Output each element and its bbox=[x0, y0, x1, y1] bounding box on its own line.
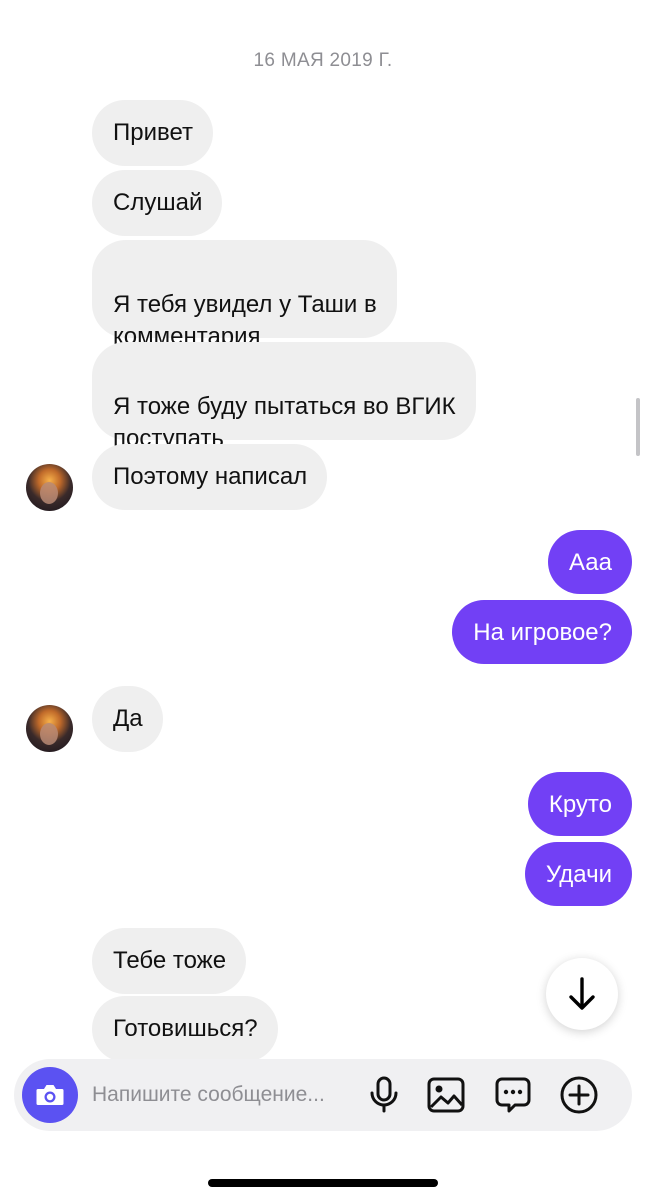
home-indicator[interactable] bbox=[208, 1179, 438, 1187]
sticker-button[interactable] bbox=[491, 1073, 535, 1117]
message-incoming[interactable]: Я тебя увидел у Таши в комментария bbox=[92, 240, 397, 350]
avatar-face bbox=[40, 723, 58, 745]
message-text: Готовишься? bbox=[113, 1015, 258, 1042]
camera-button[interactable] bbox=[22, 1067, 78, 1123]
sender-avatar[interactable] bbox=[26, 705, 73, 752]
microphone-icon bbox=[370, 1076, 398, 1113]
message-text: Слушай bbox=[113, 189, 203, 216]
camera-icon bbox=[36, 1085, 64, 1105]
message-incoming[interactable]: Тебе тоже bbox=[92, 928, 247, 994]
more-options-button[interactable] bbox=[557, 1073, 601, 1117]
message-incoming[interactable]: Да bbox=[92, 686, 163, 752]
message-text: Привет bbox=[113, 119, 194, 146]
message-incoming[interactable]: Готовишься? bbox=[92, 996, 278, 1062]
voice-message-button[interactable] bbox=[362, 1073, 406, 1117]
message-incoming[interactable]: Слушай bbox=[92, 170, 223, 236]
message-text: Да bbox=[113, 705, 143, 732]
image-icon bbox=[427, 1077, 465, 1113]
message-composer bbox=[14, 1059, 632, 1131]
arrow-down-icon bbox=[569, 977, 595, 1010]
sticker-chat-icon bbox=[495, 1077, 531, 1113]
message-outgoing[interactable]: Удачи bbox=[524, 842, 632, 906]
gallery-button[interactable] bbox=[424, 1073, 468, 1117]
message-text: Круто bbox=[548, 791, 612, 818]
message-outgoing[interactable]: Круто bbox=[527, 772, 632, 836]
add-icon bbox=[560, 1076, 598, 1114]
date-separator: 16 МАЯ 2019 Г. bbox=[253, 50, 393, 71]
message-outgoing[interactable]: На игровое? bbox=[452, 600, 632, 664]
message-incoming[interactable]: Поэтому написал bbox=[92, 444, 328, 510]
message-incoming[interactable]: Я тоже буду пытаться во ВГИК поступать bbox=[92, 342, 476, 452]
scrollbar[interactable] bbox=[636, 398, 640, 456]
message-text: Тебе тоже bbox=[113, 947, 227, 974]
message-incoming[interactable]: Привет bbox=[92, 100, 214, 166]
message-text: Ааа bbox=[569, 549, 612, 576]
message-input[interactable] bbox=[92, 1079, 362, 1111]
scroll-to-bottom-button[interactable] bbox=[546, 958, 618, 1030]
message-text: Поэтому написал bbox=[113, 463, 308, 490]
message-text: Удачи bbox=[545, 861, 612, 888]
sender-avatar[interactable] bbox=[26, 464, 73, 511]
message-outgoing[interactable]: Ааа bbox=[548, 530, 632, 594]
message-text: На игровое? bbox=[473, 619, 612, 646]
avatar-face bbox=[40, 482, 58, 504]
